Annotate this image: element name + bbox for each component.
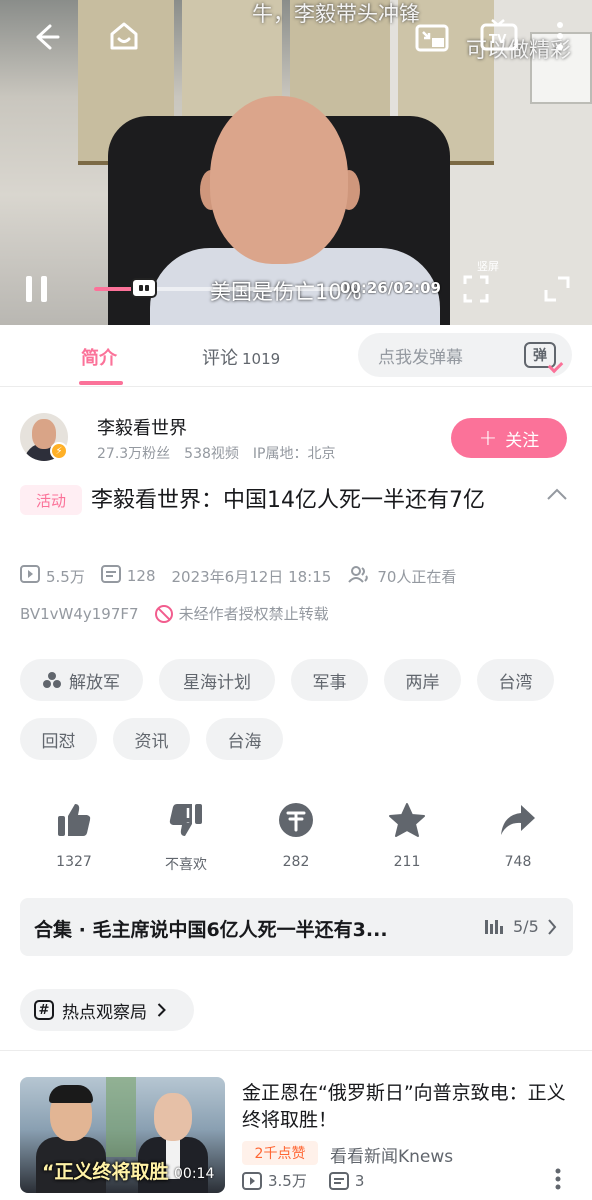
hashtag-icon: # <box>34 1000 54 1020</box>
hot-topic-label: 热点观察局 <box>62 1002 147 1023</box>
collection-progress: 5/5 <box>485 917 557 936</box>
video-duration: 00:14 <box>174 1166 215 1182</box>
recommended-video-author[interactable]: 看看新闻Knews <box>330 1142 453 1167</box>
home-icon[interactable] <box>104 16 144 56</box>
tag-label: 解放军 <box>69 672 120 693</box>
chevron-right-icon <box>157 1003 166 1017</box>
dislike-button[interactable]: 不喜欢 <box>146 800 226 874</box>
hot-topic-chip[interactable]: # 热点观察局 <box>20 989 194 1031</box>
video-stats: 5.5万 128 2023年6月12日 18:15 70人正在看 <box>20 565 456 587</box>
fullscreen-icon[interactable] <box>542 274 572 304</box>
video-player[interactable]: 牛，李毅带头冲锋 可以做精彩 美国是伤亡10% TV 00:26/02:09 竖… <box>0 0 592 325</box>
favorite-count: 211 <box>393 854 421 870</box>
tag-chip[interactable]: 星海计划 <box>159 659 275 701</box>
collection-title: 合集 · 毛主席说中国6亿人死一半还有3... <box>34 919 388 941</box>
danmaku-text: 牛，李毅带头冲锋 <box>252 2 420 26</box>
danmaku-toggle-button[interactable]: 弹 <box>508 333 572 377</box>
playback-time: 00:26/02:09 <box>340 279 441 297</box>
tag-chip[interactable]: 解放军 <box>20 659 143 701</box>
tag-chip[interactable]: 台海 <box>206 718 283 760</box>
danmaku-input[interactable]: 点我发弹幕 <box>358 333 508 377</box>
uploader-name[interactable]: 李毅看世界 <box>97 414 187 440</box>
svg-text:TV: TV <box>489 32 507 46</box>
watching-count: 70人正在看 <box>377 567 457 586</box>
video-subtitle: 美国是伤亡10% <box>210 280 362 304</box>
vertical-screen-icon[interactable] <box>462 274 490 304</box>
picture-in-picture-icon[interactable] <box>412 18 452 58</box>
recommended-video-stats: 3.5万 3 <box>242 1170 364 1191</box>
tag-chip[interactable]: 两岸 <box>384 659 461 701</box>
playlist-bars-icon <box>485 919 505 934</box>
tag-chip[interactable]: 回怼 <box>20 718 97 760</box>
play-count-icon <box>242 1171 262 1190</box>
favorite-button[interactable]: 211 <box>367 800 447 870</box>
tab-intro[interactable]: 简介 <box>81 344 117 370</box>
more-vertical-icon[interactable] <box>554 1168 568 1192</box>
comments-count: 1019 <box>242 350 281 368</box>
dislike-label: 不喜欢 <box>165 857 207 873</box>
progress-bar[interactable] <box>94 278 344 298</box>
tab-active-indicator <box>79 381 123 385</box>
tag-chip[interactable]: 台湾 <box>477 659 554 701</box>
share-arrow-icon <box>478 800 558 840</box>
vertical-screen-label: 竖屏 <box>477 260 499 273</box>
recommended-danmaku-count: 3 <box>354 1171 365 1190</box>
collection-card[interactable]: 合集 · 毛主席说中国6亿人死一半还有3... 5/5 <box>20 898 573 956</box>
chevron-up-icon[interactable] <box>546 486 568 502</box>
plus-icon: + <box>478 425 498 451</box>
recommended-view-count: 3.5万 <box>268 1172 307 1190</box>
tag-chip[interactable]: 资讯 <box>113 718 190 760</box>
collection-progress-text: 5/5 <box>513 917 539 936</box>
tab-bar: 简介 评论 1019 点我发弹幕 弹 <box>0 325 592 387</box>
tab-comments[interactable]: 评论 1019 <box>202 344 280 370</box>
play-count-icon <box>20 565 40 587</box>
thumbs-up-icon <box>34 800 114 840</box>
no-repost-icon <box>154 604 173 623</box>
tab-comments-label: 评论 <box>202 348 238 369</box>
danmaku-count: 128 <box>126 567 156 585</box>
coin-button[interactable]: 282 <box>256 800 336 870</box>
coin-icon <box>256 800 336 840</box>
section-divider <box>0 1050 592 1051</box>
chevron-right-icon <box>547 918 557 935</box>
pause-icon[interactable] <box>20 270 54 308</box>
share-count: 748 <box>504 854 532 870</box>
danmaku-count-icon <box>100 565 121 587</box>
likes-badge: 2千点赞 <box>242 1141 318 1165</box>
more-vertical-icon[interactable] <box>548 16 572 56</box>
verified-badge-icon: ⚡ <box>50 442 68 460</box>
recommended-video-title[interactable]: 金正恩在“俄罗斯日”向普京致电：正义终将取胜！ <box>242 1080 572 1134</box>
progress-thumb[interactable] <box>131 278 157 298</box>
video-title: 李毅看世界：中国14亿人死一半还有7亿 <box>91 488 485 513</box>
video-frame-speaker-head <box>210 96 348 264</box>
uploader-meta: 27.3万粉丝 538视频 IP属地：北京 <box>97 443 349 463</box>
publish-date: 2023年6月12日 18:15 <box>171 567 332 586</box>
coin-count: 282 <box>282 854 310 870</box>
uploader-ip: IP属地：北京 <box>252 446 336 462</box>
video-id-line: BV1vW4y197F7 未经作者授权禁止转载 <box>20 603 329 624</box>
thumbs-down-icon <box>146 800 226 840</box>
view-count: 5.5万 <box>46 567 85 586</box>
tv-cast-icon[interactable]: TV <box>478 16 520 56</box>
back-arrow-icon[interactable] <box>26 18 64 56</box>
bvid[interactable]: BV1vW4y197F7 <box>20 605 139 623</box>
follow-button[interactable]: + 关注 <box>451 418 567 458</box>
like-button[interactable]: 1327 <box>34 800 114 870</box>
follow-label: 关注 <box>505 430 540 451</box>
like-count: 1327 <box>56 854 92 870</box>
uploader-fans: 27.3万粉丝 <box>97 446 171 462</box>
danmaku-icon: 弹 <box>524 342 556 368</box>
danmaku-count-icon <box>328 1171 349 1190</box>
share-button[interactable]: 748 <box>478 800 558 870</box>
watching-people-icon <box>347 565 371 587</box>
no-repost-notice: 未经作者授权禁止转载 <box>178 605 329 623</box>
thumbnail-caption: “正义终将取胜 <box>42 1161 169 1183</box>
tag-chip[interactable]: 军事 <box>291 659 368 701</box>
thumbnail-background-flag <box>106 1077 136 1157</box>
star-icon <box>367 800 447 840</box>
uploader-videos: 538视频 <box>184 446 239 462</box>
tag-topic-icon <box>43 672 61 688</box>
